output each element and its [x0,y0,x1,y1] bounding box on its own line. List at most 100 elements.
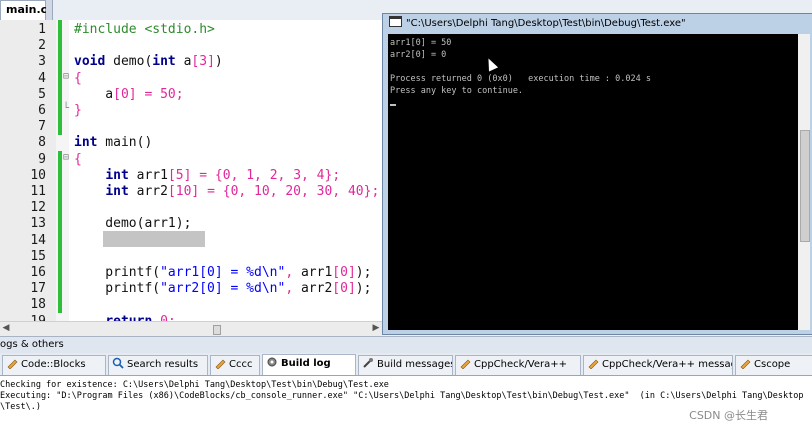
console-output-line: arr1[0] = 50 [390,38,452,48]
console-app-icon [389,16,402,27]
scroll-left-icon[interactable]: ◀ [0,322,12,335]
logs-tab-cppcheck-vera-[interactable]: CppCheck/Vera++ [455,355,581,375]
code-token: 20 [285,184,302,199]
code-token: demo( [105,54,153,70]
console-window[interactable]: "C:\Users\Delphi Tang\Desktop\Test\bin\D… [382,13,812,335]
console-title-text: "C:\Users\Delphi Tang\Desktop\Test\bin\D… [406,18,686,29]
pencil-icon [459,357,471,370]
line-number: 6 [38,103,46,118]
gear-icon [266,356,278,368]
pencil-icon [214,357,226,370]
code-token: 5 [175,167,184,183]
code-token: 2 [269,167,278,183]
code-token: return [105,314,152,321]
pencil-icon [587,357,599,370]
code-token: main() [97,135,153,151]
line-number: 15 [30,248,46,264]
code-token: , [301,184,309,199]
code-token: [ [332,281,341,297]
code-text: printf("arr1[0] = %d\n", arr1[0]); [74,265,371,281]
code-token: = [199,167,208,183]
logs-tab-cscope[interactable]: Cscope [735,355,812,375]
line-number: 7 [38,119,46,135]
logs-tab-cccc[interactable]: Cccc [210,355,260,375]
code-token: 0 [160,314,168,321]
code-token: }; [324,167,341,183]
code-token: ] [128,86,137,102]
code-text: return 0; [74,314,175,321]
line-number: 14 [30,232,46,248]
code-token: 10 [175,184,192,199]
code-token: 40 [347,184,364,199]
code-text: int main() [74,135,152,151]
code-token: printf( [74,265,161,280]
logs-tab-label: CppCheck/Vera++ [474,359,568,370]
console-vertical-scrollbar[interactable] [798,34,810,330]
fold-marker-icon[interactable]: └ [63,103,69,114]
code-token: 0 [340,281,348,297]
fold-marker-icon[interactable]: ⊟ [63,152,69,163]
code-text: demo(arr1); [74,216,191,232]
code-token: , [285,281,294,297]
logs-tab-label: Build log [281,358,331,369]
line-number: 17 [30,281,46,297]
code-token: , [301,167,309,183]
code-token: { [74,70,82,86]
logs-tab-label: Code::Blocks [21,359,86,370]
file-tab-main-c[interactable]: main.c [0,0,47,20]
code-token: , [269,184,278,199]
scrollbar-thumb[interactable] [213,325,221,335]
build-log-line: \Test\.) [0,402,41,412]
code-token: [ [167,184,176,199]
code-token: ] [347,265,356,280]
code-token: { [214,167,223,183]
code-token: [ [167,167,176,183]
line-number: 18 [30,297,46,313]
logs-tab-label: Build messages [377,359,453,370]
code-token: ); [355,281,372,297]
code-token: "arr2[0] = %d\n" [160,281,286,297]
code-token: int [105,184,129,199]
code-token: "arr1[0] = %d\n" [160,265,286,280]
fold-marker-icon[interactable]: ⊟ [63,71,69,82]
file-tab-close-area[interactable] [46,0,53,20]
console-title-bar[interactable]: "C:\Users\Delphi Tang\Desktop\Test\bin\D… [383,14,812,34]
code-token: printf( [74,281,161,297]
code-token: 4 [316,167,325,183]
editor-horizontal-scrollbar[interactable]: ◀ ▶ [0,321,382,336]
console-output-area: arr1[0] = 50 arr2[0] = 0 Process returned … [388,34,810,330]
code-text: a[0] = 50; [74,86,183,103]
code-text: printf("arr2[0] = %d\n", arr2[0]); [74,281,371,297]
console-cursor [390,104,396,106]
logs-tab-code-blocks[interactable]: Code::Blocks [2,355,106,375]
line-number: 9 [38,151,46,167]
search-icon [112,357,124,369]
logs-tab-cppcheck-vera-messages[interactable]: CppCheck/Vera++ messages [583,355,733,375]
logs-tab-build-log[interactable]: Build log [262,354,356,375]
scrollbar-thumb[interactable] [800,130,810,242]
code-token: a [74,86,114,102]
logs-tab-build-messages[interactable]: Build messages [358,355,453,375]
scroll-right-icon[interactable]: ▶ [370,322,382,335]
code-token: arr2 [293,281,333,297]
build-log-line: Checking for existence: C:\Users\Delphi … [0,380,389,390]
code-text: } [74,103,82,119]
code-token: 30 [316,184,333,199]
line-number: 8 [38,135,46,151]
code-token: demo(arr1); [74,216,192,232]
logs-tab-search-results[interactable]: Search results [108,355,208,375]
code-token: arr1 [293,265,333,280]
logs-tab-label: Search results [127,359,199,370]
code-token: int [105,167,129,183]
